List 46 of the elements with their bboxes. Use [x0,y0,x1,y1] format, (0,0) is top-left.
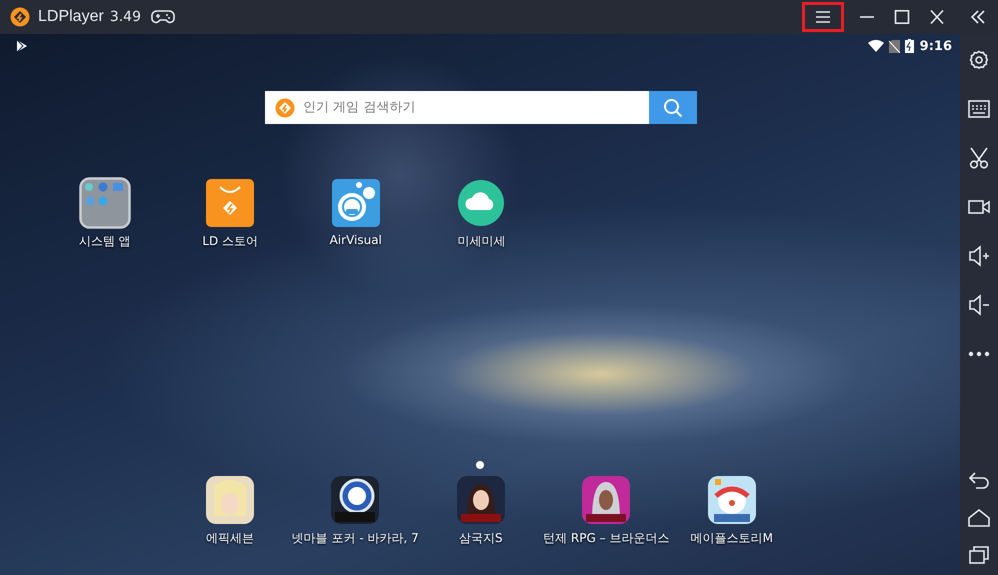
recent-apps-icon [969,546,989,564]
app-label[interactable]: LD 스토어 [202,233,258,250]
app-label[interactable]: 삼국지S [458,530,503,547]
scissors-icon [969,147,989,169]
app-label[interactable]: 시스템 앱 [78,233,131,250]
mask-face-icon[interactable] [332,179,380,227]
video-camera-icon [968,199,990,215]
character-art-icon[interactable] [206,476,254,524]
folder-icon[interactable] [78,177,131,229]
search-button[interactable] [649,91,697,124]
volume-up-icon [968,245,990,267]
more-icon [968,351,990,357]
status-time: 9:16 [920,38,952,54]
close-icon [929,10,945,24]
cloud-icon[interactable] [457,179,506,227]
home-icon [968,509,990,527]
search-icon [663,98,683,118]
no-sim-icon [888,40,900,52]
page-indicator-dot[interactable] [476,461,484,469]
app-label[interactable]: 턴제 RPG – 브라운더스 [543,530,670,547]
app-label[interactable]: 메이플스토리M [690,530,773,547]
poker-chip-icon[interactable] [331,476,380,524]
logo-icon [10,7,30,27]
app-label[interactable]: 넷마블 포커 - 바카라, 7 [292,530,419,547]
menu-icon [815,10,831,24]
menu-button[interactable] [802,2,844,32]
battery-charging-icon [904,39,914,53]
character-art-icon[interactable] [582,476,630,524]
settings-icon [969,50,989,70]
search-field[interactable]: 인기 게임 검색하기 [265,91,649,124]
double-chevron-icon [970,10,986,24]
keyboard-icon [968,100,990,118]
wifi-icon [868,40,884,52]
version-label: 3.49 [110,9,141,25]
maximize-icon [894,10,910,24]
app-label[interactable]: AirVisual [330,233,382,247]
store-bag-icon[interactable] [206,179,254,227]
app-label[interactable]: 미세미세 [457,233,506,250]
back-icon [968,472,990,490]
volume-down-icon [968,294,990,316]
snowman-art-icon[interactable] [708,476,756,524]
gamepad-icon[interactable] [150,9,175,25]
app-label[interactable]: 에픽세븐 [206,530,254,547]
character-art-icon[interactable] [456,476,505,524]
play-store-icon [16,40,28,52]
app-name: LDPlayer [38,8,104,26]
